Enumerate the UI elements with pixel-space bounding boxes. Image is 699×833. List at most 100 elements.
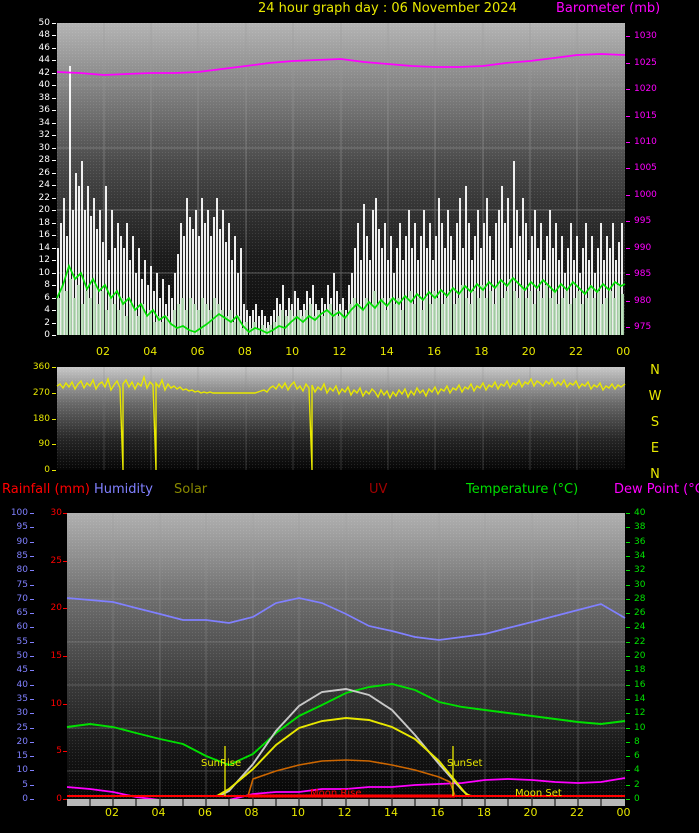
time-label: 22 [570, 806, 584, 819]
temperature-tick: 14 [634, 693, 646, 704]
time-label: 06 [190, 345, 205, 358]
temperature-tick: 26 [634, 608, 646, 619]
time-label: 10 [285, 345, 300, 358]
moonset-label: Moon Set [515, 788, 562, 799]
rainfall-tickmark [63, 608, 67, 610]
windspeed-tickmark [52, 185, 56, 187]
time-label: 18 [474, 345, 489, 358]
temperature-tickmark [626, 570, 630, 572]
temperature-tickmark [626, 527, 630, 529]
humidity-tick: 15 [16, 751, 28, 762]
temperature-tickmark [626, 641, 630, 643]
windspeed-chart [0, 14, 699, 360]
barometer-tick: 1010 [634, 136, 657, 147]
rainfall-tick: 30 [50, 508, 62, 518]
windspeed-tickmark [52, 247, 56, 249]
rainfall-tick: 20 [50, 603, 62, 614]
temperature-tickmark [626, 584, 630, 586]
windspeed-svg [56, 23, 626, 335]
temperature-tick: 6 [634, 751, 640, 762]
temperature-tick: 40 [634, 508, 646, 518]
temperature-tickmark [626, 741, 630, 743]
temperature-tick: 20 [634, 651, 646, 661]
time-label: 04 [143, 345, 158, 358]
temperature-tick: 30 [634, 579, 646, 590]
humidity-tick: 85 [16, 550, 28, 561]
time-label: 08 [244, 806, 259, 819]
winddir-tick: 180 [32, 413, 50, 424]
time-label: 08 [237, 345, 252, 358]
humidity-tick: 50 [16, 651, 28, 661]
compass-label: N [650, 363, 660, 378]
temperature-tickmark [626, 670, 630, 672]
temperature-tick: 36 [634, 536, 646, 547]
windspeed-tickmark [52, 310, 56, 312]
temperature-tickmark [626, 784, 630, 786]
windspeed-tick: 24 [38, 180, 50, 191]
temperature-tick: 12 [634, 708, 646, 719]
legend-item: UV [369, 482, 388, 497]
barometer-tick: 975 [634, 322, 652, 333]
humidity-tick: 95 [16, 522, 28, 533]
windspeed-tickmark [52, 297, 56, 299]
rainfall-tick: 0 [56, 794, 62, 804]
windspeed-tickmark [52, 85, 56, 87]
rainfall-tickmark [63, 656, 67, 657]
compass-label: W [648, 389, 662, 404]
winddir-tickmark [52, 444, 56, 446]
rainfall-tickmark [63, 703, 67, 705]
windspeed-tick: 20 [38, 205, 50, 216]
legend-item: Dew Point (°C) [614, 482, 699, 497]
barometer-tick: 1020 [634, 84, 657, 95]
temperature-tick: 0 [634, 794, 640, 804]
barometer-tickmark [626, 62, 630, 64]
barometer-tick: 1000 [634, 189, 657, 200]
barometer-tickmark [626, 274, 630, 276]
windspeed-tick: 48 [38, 30, 50, 41]
rainfall-tick: 5 [56, 746, 62, 757]
time-label: 02 [105, 806, 119, 819]
barometer-tickmark [626, 168, 630, 170]
windspeed-tick: 10 [38, 267, 50, 278]
windspeed-tickmark [52, 110, 56, 112]
windspeed-tickmark [52, 272, 56, 274]
barometer-tickmark [626, 89, 630, 91]
winddir-tickmark [52, 470, 56, 471]
humidity-tick: 0 [22, 794, 28, 804]
barometer-tick: 985 [634, 269, 652, 280]
time-label: 20 [523, 806, 538, 819]
barometer-tick: 990 [634, 242, 652, 253]
rainfall-tick: 15 [50, 651, 62, 661]
time-label: 20 [521, 345, 536, 358]
barometer-tickmark [626, 327, 630, 329]
humidity-tickmark [30, 741, 34, 743]
humidity-tickmark [30, 541, 34, 543]
bottom-legend: Rainfall (mm) Humidity Solar UV Temperature … [0, 482, 699, 500]
humidity-tick: 80 [16, 565, 28, 576]
temperature-tick: 28 [634, 593, 646, 604]
rainfall-tick: 25 [50, 555, 62, 566]
time-label: 02 [96, 345, 110, 358]
time-label: 14 [379, 345, 394, 358]
humidity-tick: 5 [22, 779, 28, 790]
barometer-tick: 1015 [634, 110, 657, 121]
windspeed-tick: 26 [38, 167, 50, 178]
rainfall-tickmark [63, 799, 67, 800]
bottom-svg [66, 513, 626, 806]
rainfall-tickmark [63, 751, 67, 753]
windspeed-tickmark [52, 285, 56, 287]
windspeed-tick: 14 [38, 242, 50, 253]
winddir-tick: 90 [38, 439, 50, 450]
winddir-tickmark [52, 367, 56, 368]
temperature-tickmark [626, 770, 630, 772]
barometer-tickmark [626, 115, 630, 117]
windspeed-tickmark [52, 97, 56, 99]
temperature-tick: 24 [634, 622, 646, 633]
windspeed-tick: 6 [44, 292, 50, 303]
windspeed-tickmark [52, 122, 56, 124]
windspeed-tickmark [52, 210, 56, 212]
winddir-tickmark [52, 418, 56, 420]
winddir-svg [56, 367, 626, 471]
windspeed-tick: 46 [38, 42, 50, 53]
humidity-tick: 65 [16, 608, 28, 619]
